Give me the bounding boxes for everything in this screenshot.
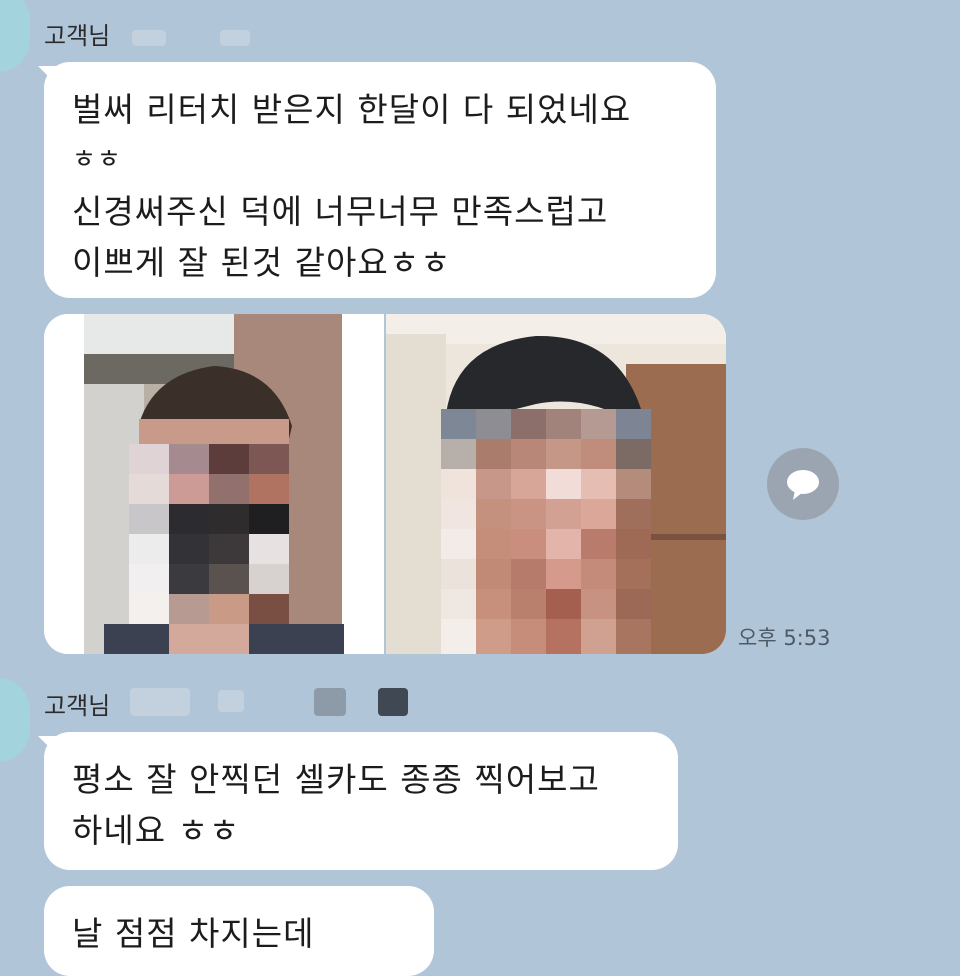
pixelated-selfie-image — [386, 314, 726, 654]
speech-bubble-icon — [787, 470, 819, 500]
sender-name: 고객님 — [44, 22, 111, 50]
pixelated-selfie-image — [44, 314, 384, 654]
share-button[interactable] — [767, 448, 839, 520]
sender-detail-blurred — [132, 30, 166, 46]
message-line: 벌써 리터치 받은지 한달이 다 되었네요 — [72, 90, 632, 129]
sender-detail-blurred — [218, 690, 244, 712]
message-line: 하네요 ㅎㅎ — [72, 811, 241, 850]
sender-detail-blurred — [220, 30, 250, 46]
sender-avatar[interactable] — [0, 0, 30, 72]
photo-attachment[interactable] — [386, 314, 726, 654]
sender-name: 고객님 — [44, 692, 111, 720]
message-bubble[interactable]: 벌써 리터치 받은지 한달이 다 되었네요 ㅎㅎ 신경써주신 덕에 너무너무 만… — [44, 62, 716, 298]
message-line: 날 점점 차지는데 — [72, 914, 315, 953]
sender-detail-blurred — [314, 688, 346, 716]
sender-avatar[interactable] — [0, 678, 30, 762]
message-line: 이쁘게 잘 된것 같아요ㅎㅎ — [72, 243, 452, 282]
message-bubble[interactable]: 평소 잘 안찍던 셀카도 종종 찍어보고 하네요 ㅎㅎ — [44, 732, 678, 870]
message-bubble[interactable]: 날 점점 차지는데 — [44, 886, 434, 976]
sender-detail-blurred — [130, 688, 190, 716]
message-line: 신경써주신 덕에 너무너무 만족스럽고 — [72, 192, 609, 231]
sender-detail-blurred — [378, 688, 408, 716]
message-line: ㅎㅎ — [72, 145, 122, 175]
message-line: 평소 잘 안찍던 셀카도 종종 찍어보고 — [72, 760, 600, 799]
photo-attachment[interactable] — [44, 314, 384, 654]
message-timestamp: 오후 5:53 — [738, 626, 831, 650]
